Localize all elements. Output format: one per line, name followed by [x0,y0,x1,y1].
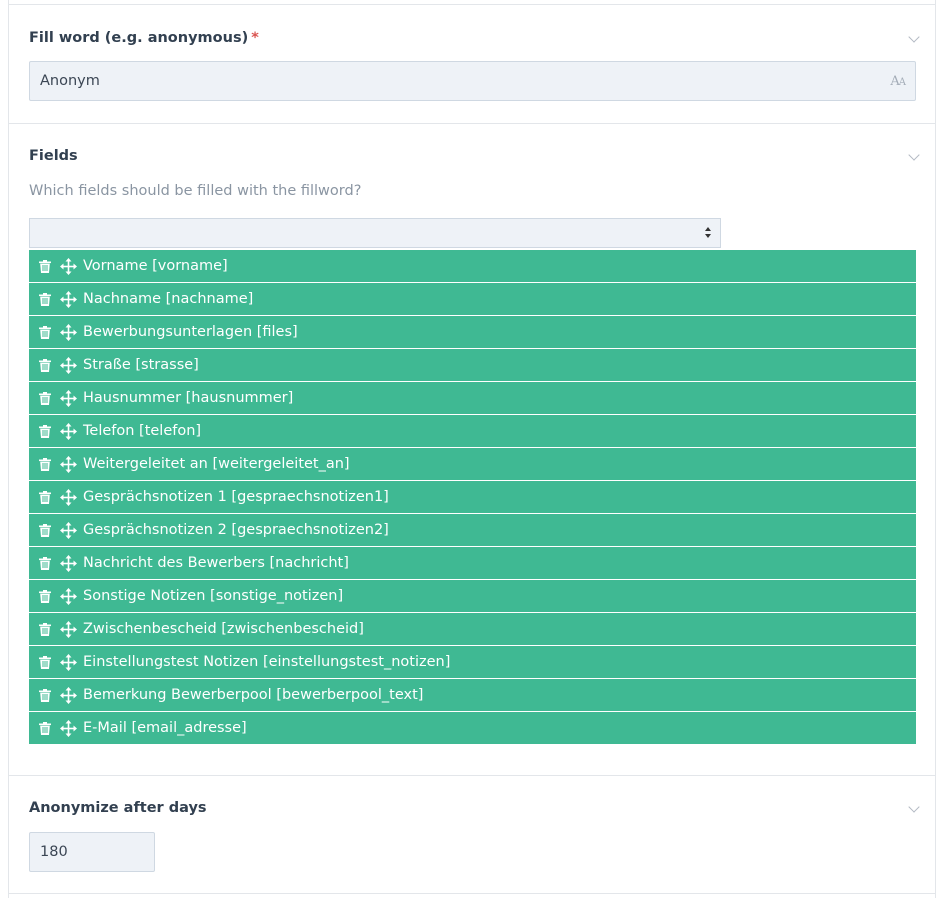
trash-icon[interactable] [39,457,51,471]
field-item-label: Gesprächsnotizen 1 [gespraechsnotizen1] [83,489,389,505]
field-list-item[interactable]: Telefon [telefon] [29,415,916,447]
move-handle-icon[interactable] [60,587,77,605]
fill-word-input[interactable]: Anonym AA [29,61,916,101]
trash-icon[interactable] [39,259,51,273]
field-item-label: Nachricht des Bewerbers [nachricht] [83,555,349,571]
trash-icon[interactable] [39,688,51,702]
field-list-item[interactable]: Bemerkung Bewerberpool [bewerberpool_tex… [29,679,916,711]
collapse-chevron-icon[interactable] [908,801,920,813]
fill-word-label-text: Fill word (e.g. anonymous) [29,30,249,46]
trash-icon[interactable] [39,292,51,306]
field-item-label: Straße [strasse] [83,357,199,373]
move-handle-icon[interactable] [60,653,77,671]
field-list-item[interactable]: Gesprächsnotizen 1 [gespraechsnotizen1] [29,481,916,513]
move-handle-icon[interactable] [60,323,77,341]
field-list-item[interactable]: Nachname [nachname] [29,283,916,315]
select-arrows-icon [704,226,712,240]
move-handle-icon[interactable] [60,488,77,506]
trash-icon[interactable] [39,589,51,603]
move-handle-icon[interactable] [60,719,77,737]
field-item-label: Bewerbungsunterlagen [files] [83,324,298,340]
fill-word-label: Fill word (e.g. anonymous) * [29,30,259,46]
selected-fields-list: Vorname [vorname] Nachname [nachname] Be… [29,250,916,745]
trash-icon[interactable] [39,523,51,537]
field-item-label: Sonstige Notizen [sonstige_notizen] [83,588,344,604]
anonymize-days-label: Anonymize after days [29,800,207,816]
move-handle-icon[interactable] [60,389,77,407]
fields-section: Fields Which fields should be filled wit… [8,123,936,775]
field-item-label: Telefon [telefon] [83,423,202,439]
anonymize-days-input[interactable]: 180 [29,832,155,872]
fields-select[interactable] [29,218,721,248]
trash-icon[interactable] [39,655,51,669]
field-item-label: Bemerkung Bewerberpool [bewerberpool_tex… [83,687,424,703]
trash-icon[interactable] [39,325,51,339]
field-item-label: Weitergeleitet an [weitergeleitet_an] [83,456,350,472]
move-handle-icon[interactable] [60,290,77,308]
move-handle-icon[interactable] [60,620,77,638]
text-format-icon: AA [890,74,906,89]
collapse-chevron-icon[interactable] [908,149,920,161]
field-item-label: Nachname [nachname] [83,291,254,307]
move-handle-icon[interactable] [60,554,77,572]
fields-help-text: Which fields should be filled with the f… [29,183,362,199]
field-list-item[interactable]: Einstellungstest Notizen [einstellungste… [29,646,916,678]
trash-icon[interactable] [39,490,51,504]
field-list-item[interactable]: Nachricht des Bewerbers [nachricht] [29,547,916,579]
required-marker: * [251,30,259,46]
move-handle-icon[interactable] [60,356,77,374]
field-item-label: Zwischenbescheid [zwischenbescheid] [83,621,364,637]
fields-label: Fields [29,148,78,164]
fill-word-section: Fill word (e.g. anonymous) * Anonym AA [8,4,936,123]
trash-icon[interactable] [39,358,51,372]
field-list-item[interactable]: Straße [strasse] [29,349,916,381]
trash-icon[interactable] [39,424,51,438]
trash-icon[interactable] [39,556,51,570]
trash-icon[interactable] [39,391,51,405]
fill-word-value: Anonym [40,73,100,89]
collapse-chevron-icon[interactable] [908,31,920,43]
move-handle-icon[interactable] [60,686,77,704]
field-list-item[interactable]: Vorname [vorname] [29,250,916,282]
field-list-item[interactable]: E-Mail [email_adresse] [29,712,916,744]
field-list-item[interactable]: Hausnummer [hausnummer] [29,382,916,414]
anonymize-days-section: Anonymize after days 180 [8,775,936,894]
move-handle-icon[interactable] [60,257,77,275]
field-list-item[interactable]: Sonstige Notizen [sonstige_notizen] [29,580,916,612]
field-list-item[interactable]: Gesprächsnotizen 2 [gespraechsnotizen2] [29,514,916,546]
field-item-label: E-Mail [email_adresse] [83,720,247,736]
trash-icon[interactable] [39,721,51,735]
move-handle-icon[interactable] [60,455,77,473]
trash-icon[interactable] [39,622,51,636]
move-handle-icon[interactable] [60,521,77,539]
field-list-item[interactable]: Bewerbungsunterlagen [files] [29,316,916,348]
field-item-label: Vorname [vorname] [83,258,228,274]
field-item-label: Einstellungstest Notizen [einstellungste… [83,654,451,670]
move-handle-icon[interactable] [60,422,77,440]
field-item-label: Hausnummer [hausnummer] [83,390,294,406]
anonymize-days-value: 180 [40,844,68,860]
field-item-label: Gesprächsnotizen 2 [gespraechsnotizen2] [83,522,389,538]
field-list-item[interactable]: Zwischenbescheid [zwischenbescheid] [29,613,916,645]
field-list-item[interactable]: Weitergeleitet an [weitergeleitet_an] [29,448,916,480]
